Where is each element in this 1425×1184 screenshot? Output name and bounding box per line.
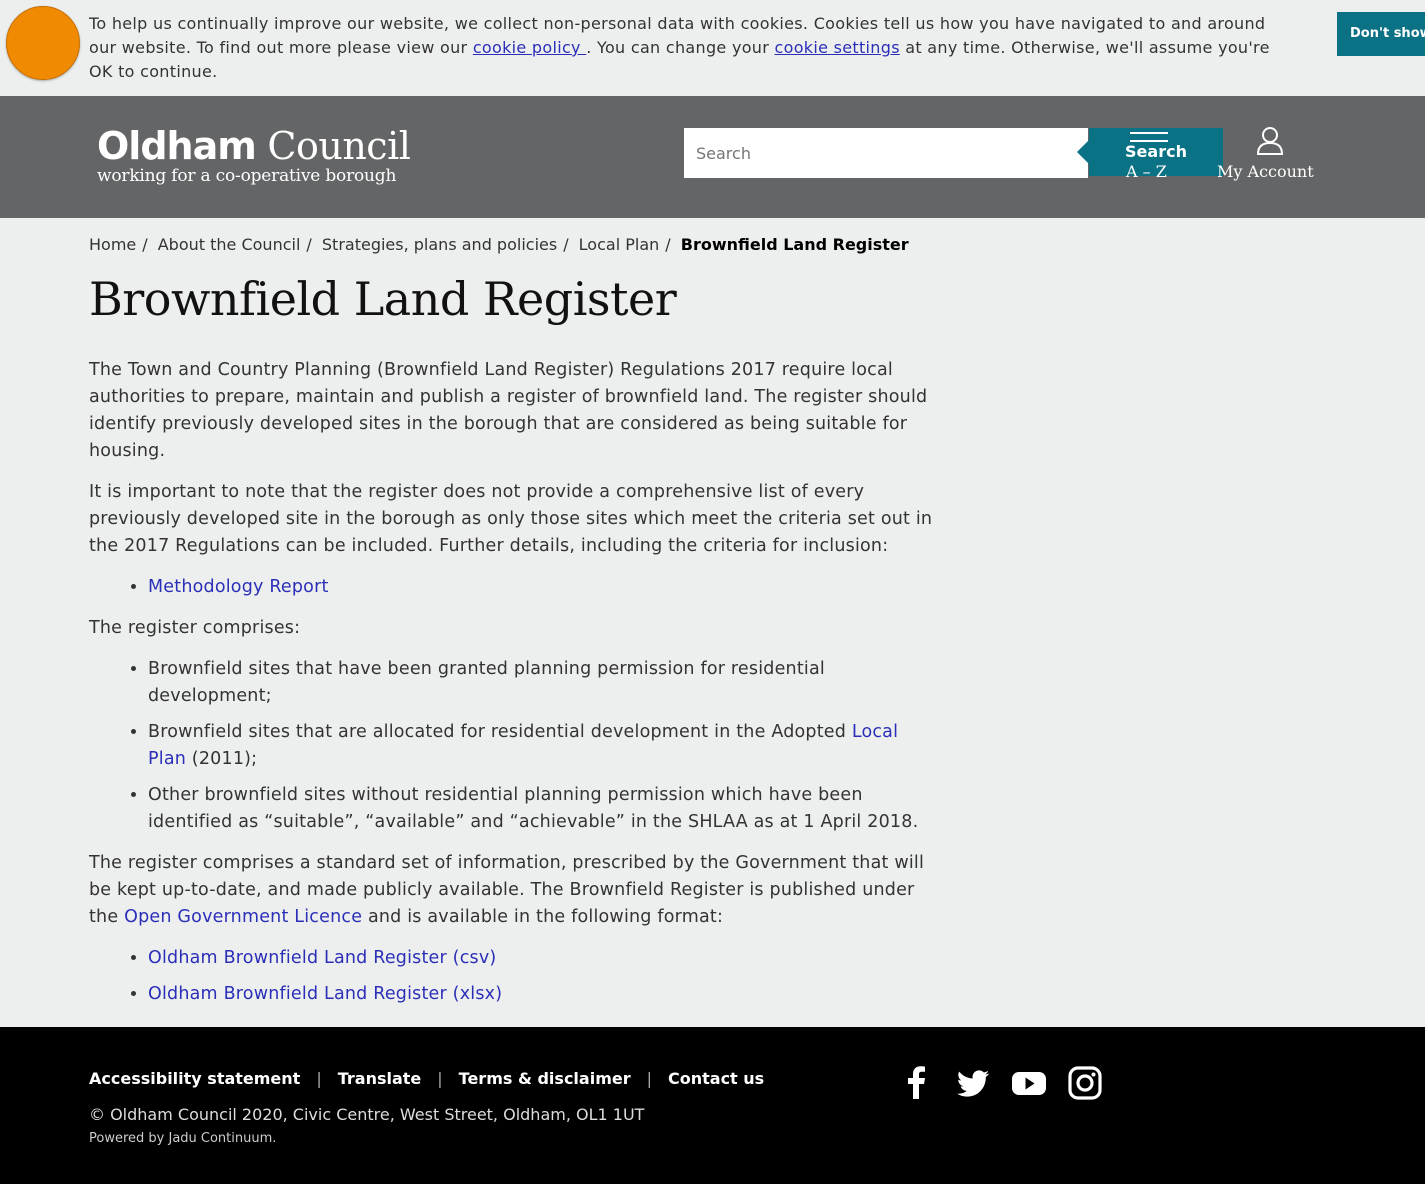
breadcrumb-about[interactable]: About the Council xyxy=(158,235,301,254)
breadcrumb-home[interactable]: Home xyxy=(89,235,136,254)
footer-links: Accessibility statement | Translate | Terms … xyxy=(89,1069,765,1088)
csv-download-link[interactable]: Oldham Brownfield Land Register (csv) xyxy=(148,948,496,968)
cookie-settings-link[interactable]: cookie settings xyxy=(775,38,900,57)
breadcrumb-current: Brownfield Land Register xyxy=(680,235,909,254)
cookie-banner: To help us continually improve our websi… xyxy=(0,0,1425,96)
cookie-message: To help us continually improve our websi… xyxy=(89,12,1279,84)
intro-paragraph: The Town and Country Planning (Brownfiel… xyxy=(89,360,928,461)
footer-terms-link[interactable]: Terms & disclaimer xyxy=(459,1069,631,1088)
page-title: Brownfield Land Register xyxy=(89,272,677,326)
facebook-icon[interactable] xyxy=(899,1065,935,1101)
list-item: Methodology Report xyxy=(148,574,939,601)
instagram-icon[interactable] xyxy=(1067,1065,1103,1101)
footer-translate-link[interactable]: Translate xyxy=(338,1069,422,1088)
logo-light: Council xyxy=(255,124,411,168)
methodology-link[interactable]: Methodology Report xyxy=(148,577,329,597)
search-input[interactable] xyxy=(684,128,1088,178)
account-icon[interactable] xyxy=(1256,126,1284,156)
breadcrumb-local-plan[interactable]: Local Plan xyxy=(579,235,660,254)
paragraph-text: and is available in the following format… xyxy=(362,907,724,927)
footer-contact-link[interactable]: Contact us xyxy=(668,1069,764,1088)
main-content: The Town and Country Planning (Brownfiel… xyxy=(89,357,939,1022)
cookie-icon[interactable] xyxy=(6,6,80,80)
powered-by: Powered by Jadu Continuum. xyxy=(89,1131,277,1146)
list-text: Brownfield sites that are allocated for … xyxy=(148,722,852,742)
menu-icon[interactable] xyxy=(1130,132,1168,148)
breadcrumb: Home / About the Council / Strategies, pla… xyxy=(89,235,909,254)
list-item: Oldham Brownfield Land Register (csv) xyxy=(148,945,939,972)
dont-show-button[interactable]: Don't show this message again xyxy=(1337,12,1425,56)
cookie-policy-link[interactable]: cookie policy xyxy=(473,38,586,57)
list-item: Brownfield sites that are allocated for … xyxy=(148,719,939,773)
a-z-link[interactable]: A – Z xyxy=(1126,162,1167,181)
copyright: © Oldham Council 2020, Civic Centre, Wes… xyxy=(89,1105,645,1124)
youtube-icon[interactable] xyxy=(1011,1065,1047,1101)
note-paragraph: It is important to note that the registe… xyxy=(89,482,933,556)
twitter-icon[interactable] xyxy=(955,1065,991,1101)
format-paragraph: The register comprises a standard set of… xyxy=(89,850,939,931)
register-list: Brownfield sites that have been granted … xyxy=(89,656,939,836)
methodology-list: Methodology Report xyxy=(89,574,939,601)
council-logo[interactable]: Oldham Council xyxy=(97,124,411,168)
xlsx-download-link[interactable]: Oldham Brownfield Land Register (xlsx) xyxy=(148,984,502,1004)
logo-bold: Oldham xyxy=(97,124,257,168)
download-list: Oldham Brownfield Land Register (csv) Ol… xyxy=(89,945,939,1008)
list-item: Brownfield sites that have been granted … xyxy=(148,656,939,710)
open-government-licence-link[interactable]: Open Government Licence xyxy=(124,907,362,927)
site-footer: Accessibility statement | Translate | Terms … xyxy=(0,1027,1425,1184)
logo-tagline: working for a co-operative borough xyxy=(97,166,397,186)
my-account-link[interactable]: My Account xyxy=(1217,162,1314,181)
cookie-text: . You can change your xyxy=(586,38,775,57)
list-item: Oldham Brownfield Land Register (xlsx) xyxy=(148,981,939,1008)
breadcrumb-strategies[interactable]: Strategies, plans and policies xyxy=(322,235,557,254)
list-text: (2011); xyxy=(186,749,258,769)
site-header: Oldham Council working for a co-operativ… xyxy=(0,96,1425,218)
register-heading: The register comprises: xyxy=(89,618,301,638)
list-item: Other brownfield sites without residenti… xyxy=(148,782,939,836)
footer-accessibility-link[interactable]: Accessibility statement xyxy=(89,1069,300,1088)
